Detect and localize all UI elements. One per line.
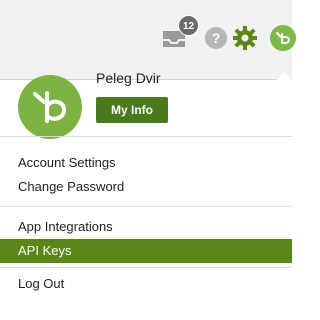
avatar	[18, 75, 82, 139]
bamboohr-logo-icon	[33, 91, 67, 123]
menu-item-change-password[interactable]: Change Password	[0, 175, 292, 199]
help-icon[interactable]: ?	[205, 27, 227, 49]
menu-item-app-integrations[interactable]: App Integrations	[0, 215, 292, 239]
menu-item-account-settings[interactable]: Account Settings	[0, 151, 292, 175]
user-name: Peleg Dvir	[96, 70, 161, 86]
user-avatar-button[interactable]	[270, 25, 296, 51]
top-bar: 12 ?	[0, 0, 296, 80]
menu-item-log-out[interactable]: Log Out	[0, 272, 292, 296]
account-menu: Account Settings Change Password App Int…	[0, 136, 292, 296]
bamboohr-logo-icon	[276, 32, 291, 45]
dropdown-caret	[276, 72, 292, 80]
gear-icon[interactable]	[232, 25, 258, 51]
notification-count-badge[interactable]: 12	[178, 15, 199, 36]
my-info-button[interactable]: My Info	[96, 97, 168, 123]
menu-item-api-keys[interactable]: API Keys	[0, 239, 292, 263]
